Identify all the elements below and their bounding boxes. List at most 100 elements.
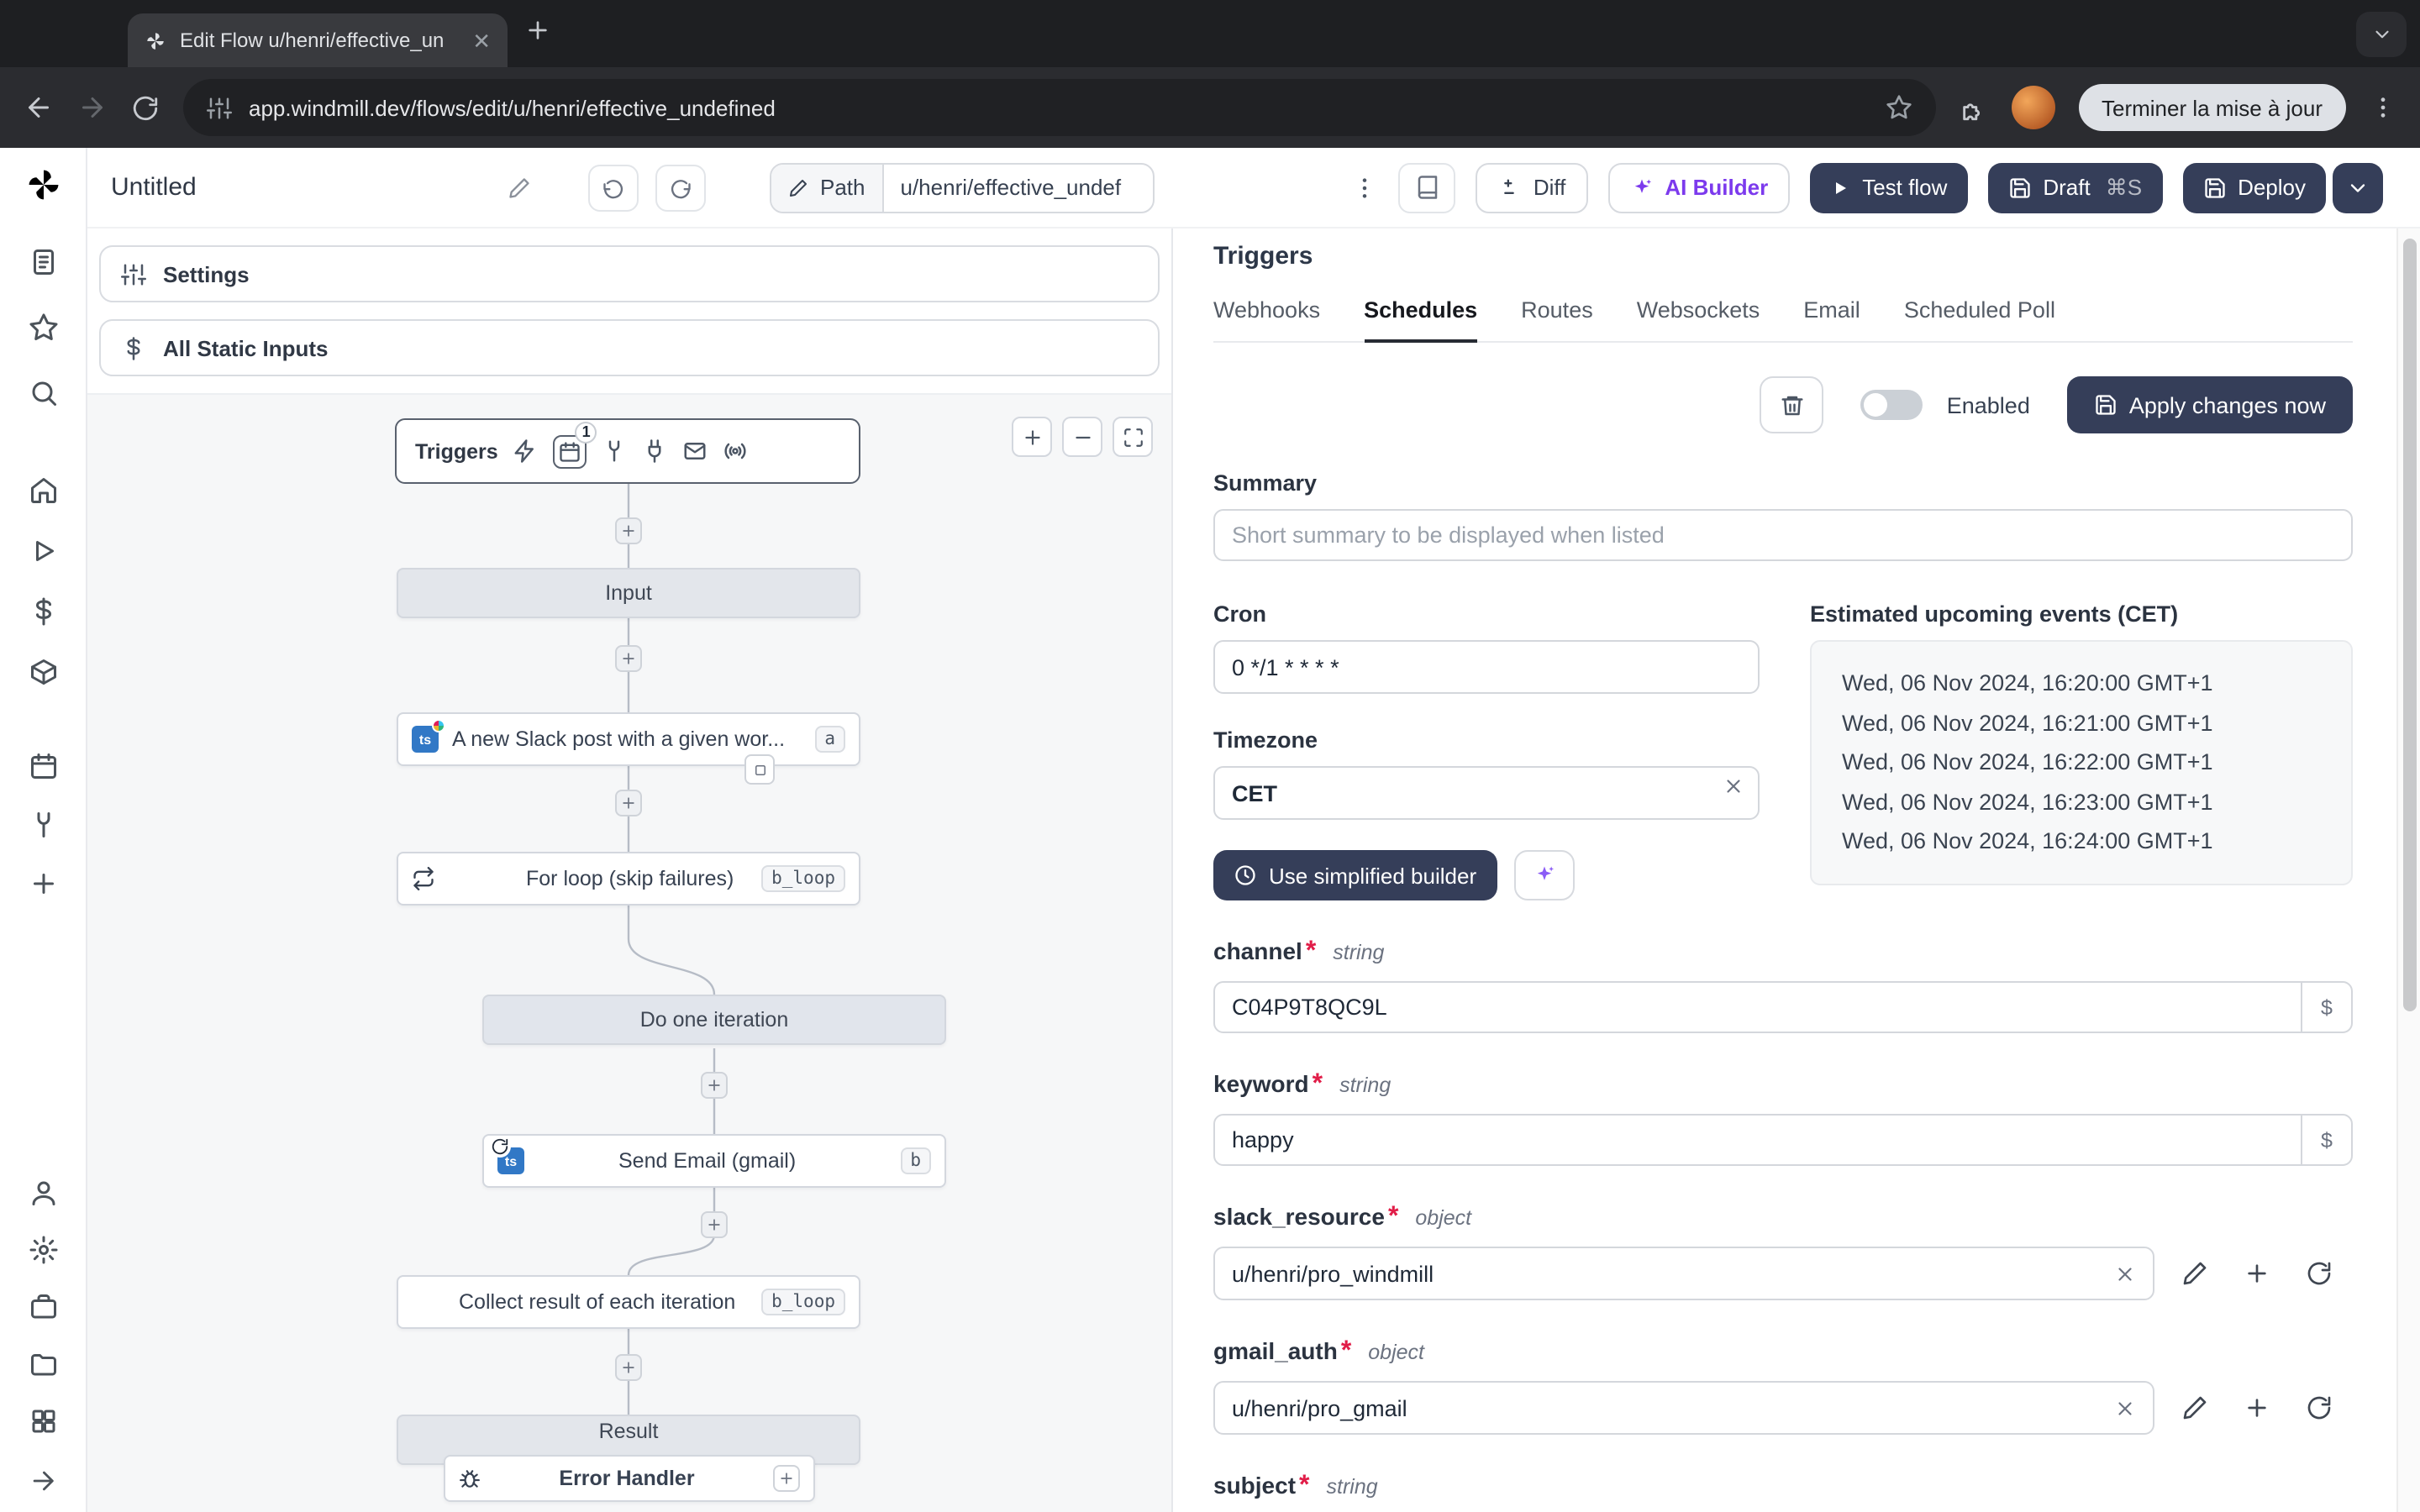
input-node[interactable]: Input — [397, 568, 860, 618]
ai-builder-button[interactable]: AI Builder — [1607, 162, 1791, 213]
zoom-in-button[interactable] — [1012, 417, 1052, 457]
add-step-button[interactable] — [615, 645, 642, 672]
rail-runs-icon[interactable] — [28, 536, 58, 566]
static-inputs-row[interactable]: All Static Inputs — [99, 319, 1160, 376]
extensions-puzzle-icon[interactable] — [1959, 93, 1987, 122]
simplified-builder-button[interactable]: Use simplified builder — [1213, 850, 1497, 900]
insert-variable-button[interactable]: $ — [2301, 1116, 2351, 1164]
gmail-auth-input[interactable]: u/henri/pro_gmail — [1213, 1381, 2154, 1435]
iteration-node[interactable]: Do one iteration — [482, 995, 946, 1045]
clear-timezone-icon[interactable] — [1723, 775, 1744, 797]
add-step-button[interactable] — [615, 517, 642, 544]
cron-input[interactable] — [1213, 640, 1760, 694]
profile-avatar[interactable] — [2011, 86, 2054, 129]
path-chip[interactable]: Path u/henri/effective_undef — [770, 162, 1155, 213]
rail-variables-icon[interactable] — [28, 596, 58, 627]
zoom-out-button[interactable] — [1062, 417, 1102, 457]
add-step-button[interactable] — [701, 1072, 728, 1099]
module-action-button[interactable] — [744, 754, 775, 785]
ai-cron-button[interactable] — [1513, 850, 1575, 900]
tab-schedules[interactable]: Schedules — [1364, 297, 1478, 343]
draft-button[interactable]: Draft ⌘S — [1987, 162, 2163, 213]
add-resource-icon[interactable] — [2244, 1260, 2270, 1287]
insert-variable-button[interactable]: $ — [2301, 983, 2351, 1032]
rail-workspace-icon[interactable] — [28, 1292, 58, 1322]
routes-icon[interactable] — [602, 438, 628, 464]
rail-folder-icon[interactable] — [28, 1349, 58, 1379]
test-flow-button[interactable]: Test flow — [1810, 162, 1968, 213]
timezone-input[interactable] — [1213, 766, 1760, 820]
collect-node[interactable]: Collect result of each iteration b_loop — [397, 1275, 860, 1329]
webhook-icon[interactable] — [513, 438, 539, 464]
deploy-button[interactable]: Deploy — [2182, 162, 2326, 213]
docs-book-button[interactable] — [1398, 162, 1456, 213]
edit-resource-icon[interactable] — [2181, 1260, 2208, 1287]
slack-step-node[interactable]: ts A new Slack post with a given wor... … — [397, 712, 860, 766]
forward-icon[interactable] — [77, 92, 108, 123]
poll-radio-icon[interactable] — [723, 438, 749, 464]
email-icon[interactable] — [683, 438, 708, 464]
forloop-node[interactable]: For loop (skip failures) b_loop — [397, 852, 860, 906]
rail-user-icon[interactable] — [28, 1178, 58, 1208]
browser-tab[interactable]: Edit Flow u/henri/effective_un ✕ — [128, 13, 508, 67]
windmill-logo-icon[interactable] — [24, 166, 61, 203]
site-settings-icon[interactable] — [207, 95, 232, 120]
clear-resource-icon[interactable] — [2114, 1263, 2136, 1284]
add-error-handler-button[interactable] — [773, 1465, 800, 1492]
tab-websockets[interactable]: Websockets — [1637, 297, 1760, 341]
add-resource-icon[interactable] — [2244, 1394, 2270, 1421]
browser-update-button[interactable]: Terminer la mise à jour — [2078, 84, 2346, 131]
email-step-node[interactable]: ts Send Email (gmail) b — [482, 1134, 946, 1188]
apply-changes-button[interactable]: Apply changes now — [2066, 376, 2353, 433]
flow-title[interactable]: Untitled — [111, 173, 197, 202]
rail-add-icon[interactable] — [28, 869, 58, 899]
edit-resource-icon[interactable] — [2181, 1394, 2208, 1421]
clear-resource-icon[interactable] — [2114, 1397, 2136, 1419]
scrollbar[interactable] — [2396, 228, 2420, 1512]
rail-settings-icon[interactable] — [28, 1235, 58, 1265]
tab-routes[interactable]: Routes — [1521, 297, 1593, 341]
flow-canvas[interactable]: Triggers 1 Input ts A new Slack post wit… — [87, 393, 1171, 1512]
enabled-toggle[interactable] — [1860, 390, 1923, 420]
rail-search-icon[interactable] — [28, 378, 58, 408]
browser-menu-icon[interactable] — [2370, 94, 2396, 121]
settings-row[interactable]: Settings — [99, 245, 1160, 302]
rail-clipboard-icon[interactable] — [28, 247, 58, 277]
rail-resources-icon[interactable] — [28, 657, 58, 687]
tab-email[interactable]: Email — [1803, 297, 1860, 341]
new-tab-button[interactable] — [524, 17, 551, 44]
edit-title-pencil-icon[interactable] — [508, 176, 531, 199]
rail-home-icon[interactable] — [28, 475, 58, 506]
rail-expand-icon[interactable] — [29, 1467, 57, 1495]
diff-button[interactable]: Diff — [1476, 162, 1588, 213]
rail-triggers-icon[interactable] — [28, 810, 58, 840]
delete-schedule-button[interactable] — [1760, 376, 1824, 433]
refresh-resource-icon[interactable] — [2306, 1260, 2333, 1287]
summary-input[interactable] — [1213, 509, 2353, 561]
add-step-button[interactable] — [615, 790, 642, 816]
deploy-dropdown-button[interactable] — [2333, 162, 2383, 213]
add-step-button[interactable] — [701, 1211, 728, 1238]
undo-button[interactable] — [588, 164, 639, 211]
schedule-calendar-icon[interactable]: 1 — [553, 421, 597, 468]
reload-icon[interactable] — [131, 93, 160, 122]
channel-input[interactable]: C04P9T8QC9L $ — [1213, 981, 2353, 1033]
keyword-input[interactable]: happy $ — [1213, 1114, 2353, 1166]
rail-star-icon[interactable] — [28, 312, 58, 343]
back-icon[interactable] — [24, 92, 54, 123]
tab-scheduled-poll[interactable]: Scheduled Poll — [1904, 297, 2055, 341]
tab-search-button[interactable] — [2356, 12, 2407, 57]
more-options-icon[interactable] — [1352, 174, 1379, 201]
refresh-resource-icon[interactable] — [2306, 1394, 2333, 1421]
tab-webhooks[interactable]: Webhooks — [1213, 297, 1320, 341]
rail-schedules-icon[interactable] — [28, 751, 58, 781]
tab-close-icon[interactable]: ✕ — [472, 29, 491, 51]
path-value[interactable]: u/henri/effective_undef — [884, 164, 1153, 211]
scrollbar-thumb[interactable] — [2403, 239, 2417, 1011]
triggers-node[interactable]: Triggers 1 — [395, 418, 860, 484]
add-step-button[interactable] — [615, 1354, 642, 1381]
fit-view-button[interactable] — [1113, 417, 1153, 457]
slack-resource-input[interactable]: u/henri/pro_windmill — [1213, 1247, 2154, 1300]
rail-grid-icon[interactable] — [28, 1406, 58, 1436]
redo-button[interactable] — [655, 164, 706, 211]
